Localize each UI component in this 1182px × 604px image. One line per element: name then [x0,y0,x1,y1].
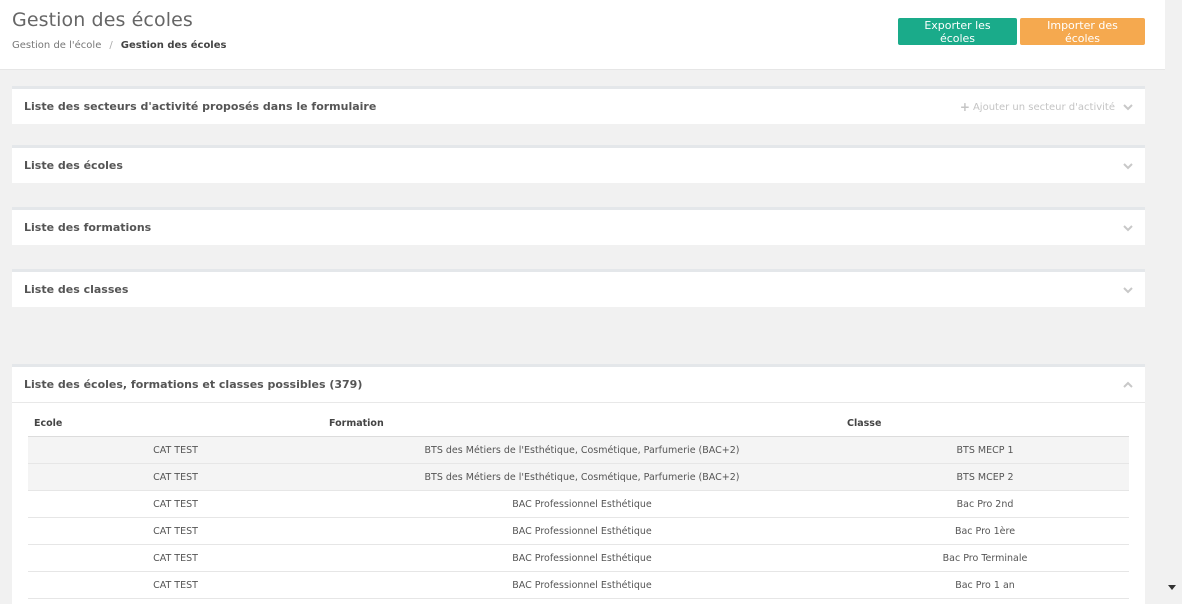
column-header-classe[interactable]: Classe [841,410,1129,437]
cell-ecole: CAT TEST [28,517,323,545]
breadcrumb-current: Gestion des écoles [120,40,227,51]
chevron-down-icon[interactable] [1121,221,1135,235]
export-schools-button[interactable]: Exporter les écoles [898,18,1017,45]
cell-classe: Bac Pro Terminale [841,544,1129,572]
table-row: CAT TEST BAC Professionnel Esthétique Ba… [28,571,1129,599]
panel-classes-title: Liste des classes [24,283,129,296]
cell-classe: Bac Pro 2nd [841,490,1129,518]
breadcrumb-parent-link[interactable]: Gestion de l'école [12,40,101,51]
panel-combinations-title: Liste des écoles, formations et classes … [24,378,363,391]
cell-formation: BAC Professionnel Esthétique [323,544,841,572]
panel-classes-header[interactable]: Liste des classes [12,272,1145,307]
page-header: Gestion des écoles Gestion de l'école / … [0,0,1165,70]
table-row: CAT TEST BAC Professionnel Esthétique Ba… [28,517,1129,545]
panel-sectors-title: Liste des secteurs d'activité proposés d… [24,100,377,113]
panel-schools: Liste des écoles [12,145,1145,183]
cell-formation: BAC Professionnel Esthétique [323,571,841,599]
cell-classe: BTS MCEP 2 [841,463,1129,491]
panel-combinations-header[interactable]: Liste des écoles, formations et classes … [12,367,1145,403]
page-title: Gestion des écoles [12,9,193,31]
cell-classe: Bac Pro 1 an [841,571,1129,599]
table-row: CAT TEST BAC Professionnel Esthétique Ba… [28,544,1129,572]
cell-formation: BTS des Métiers de l'Esthétique, Cosméti… [323,463,841,491]
table-row: CAT TEST BTS des Métiers de l'Esthétique… [28,436,1129,464]
scroll-down-arrow[interactable] [1168,585,1176,590]
table-row: CAT TEST BTS des Métiers de l'Esthétique… [28,463,1129,491]
cell-ecole: CAT TEST [28,571,323,599]
panel-sectors-header[interactable]: Liste des secteurs d'activité proposés d… [12,89,1145,124]
chevron-down-icon[interactable] [1121,100,1135,114]
cell-formation: BAC Professionnel Esthétique [323,490,841,518]
cell-classe: BTS MECP 1 [841,436,1129,464]
chevron-down-icon[interactable] [1121,159,1135,173]
panel-schools-header[interactable]: Liste des écoles [12,148,1145,183]
table-row: CAT TEST BAC Professionnel Esthétique Ba… [28,490,1129,518]
panel-trainings-header[interactable]: Liste des formations [12,210,1145,245]
cell-ecole: CAT TEST [28,463,323,491]
column-header-formation[interactable]: Formation [323,410,841,437]
breadcrumb: Gestion de l'école / Gestion des écoles [12,40,226,51]
panel-classes: Liste des classes [12,269,1145,307]
combinations-table: Ecole Formation Classe CAT TEST BTS des … [28,410,1129,599]
panel-trainings-title: Liste des formations [24,221,152,234]
cell-ecole: CAT TEST [28,436,323,464]
table-header-row: Ecole Formation Classe [28,410,1129,437]
cell-formation: BTS des Métiers de l'Esthétique, Cosméti… [323,436,841,464]
plus-icon: + [959,100,970,114]
breadcrumb-separator: / [109,40,113,51]
combinations-table-wrapper: Ecole Formation Classe CAT TEST BTS des … [28,410,1129,599]
chevron-up-icon[interactable] [1121,378,1135,392]
cell-formation: BAC Professionnel Esthétique [323,517,841,545]
panel-sectors: Liste des secteurs d'activité proposés d… [12,86,1145,124]
panel-schools-title: Liste des écoles [24,159,123,172]
add-sector-link[interactable]: + Ajouter un secteur d'activité [960,100,1115,114]
panel-combinations: Liste des écoles, formations et classes … [12,364,1145,604]
chevron-down-icon[interactable] [1121,283,1135,297]
add-sector-label: Ajouter un secteur d'activité [972,101,1115,113]
cell-ecole: CAT TEST [28,490,323,518]
cell-ecole: CAT TEST [28,544,323,572]
cell-classe: Bac Pro 1ère [841,517,1129,545]
import-schools-button[interactable]: Importer des écoles [1020,18,1145,45]
column-header-ecole[interactable]: Ecole [28,410,323,437]
panel-trainings: Liste des formations [12,207,1145,245]
